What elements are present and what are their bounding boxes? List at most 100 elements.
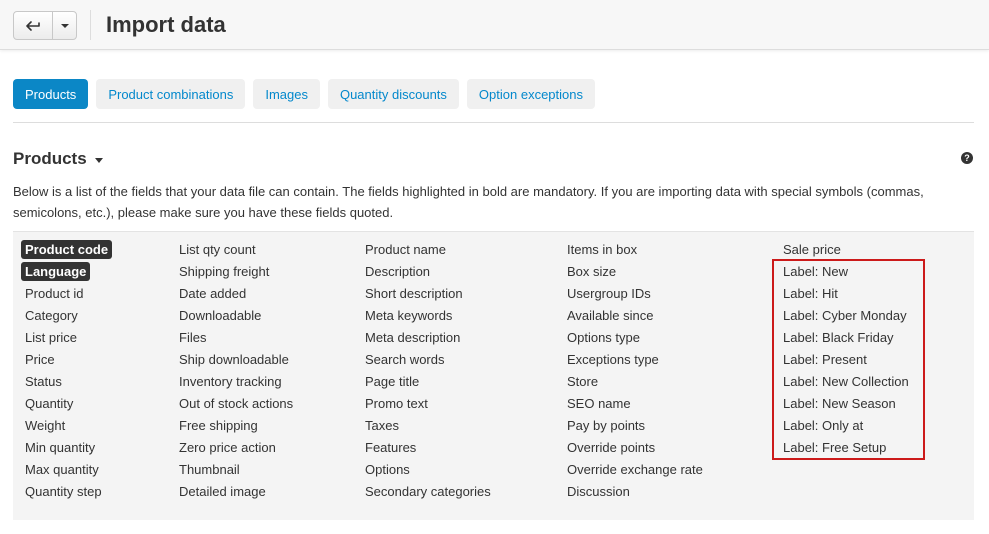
field-label: Downloadable: [179, 308, 262, 323]
field-item: Available since: [567, 305, 703, 327]
tab-product-combinations[interactable]: Product combinations: [96, 79, 246, 109]
field-label: Meta keywords: [365, 308, 453, 323]
field-label: Sale price: [783, 242, 841, 257]
field-label: Category: [25, 308, 78, 323]
field-item: Meta description: [365, 327, 491, 349]
section-title: Products: [13, 149, 87, 168]
tab-option-exceptions[interactable]: Option exceptions: [466, 79, 595, 109]
field-item: Detailed image: [179, 481, 293, 503]
tab-images[interactable]: Images: [253, 79, 320, 109]
field-label: Inventory tracking: [179, 374, 282, 389]
field-label: Short description: [365, 286, 463, 301]
fields-column-4: Items in box Box size Usergroup IDs Availab…: [567, 239, 703, 503]
field-item: Secondary categories: [365, 481, 491, 503]
fields-column-2: List qty count Shipping freight Date added…: [179, 239, 293, 503]
field-label: Date added: [179, 286, 247, 301]
field-item: Store: [567, 371, 703, 393]
field-item: Discussion: [567, 481, 703, 503]
field-label: Min quantity: [25, 440, 96, 455]
field-item: Options type: [567, 327, 703, 349]
fields-column-1: Product code Language Product id Category Li…: [21, 239, 113, 503]
field-item: Downloadable: [179, 305, 293, 327]
field-label: Discussion: [567, 484, 630, 499]
field-label: Override points: [567, 440, 656, 455]
field-label: Features: [365, 440, 417, 455]
field-label: Options: [365, 462, 410, 477]
field-label: Meta description: [365, 330, 461, 345]
field-label: Quantity step: [25, 484, 102, 499]
field-label: Description: [365, 264, 431, 279]
field-item: Usergroup IDs: [567, 283, 703, 305]
field-label: Status: [25, 374, 62, 389]
help-icon[interactable]: ?: [961, 152, 973, 164]
field-label: List qty count: [179, 242, 256, 257]
tab-quantity-discounts[interactable]: Quantity discounts: [327, 79, 459, 109]
field-item: Pay by points: [567, 415, 703, 437]
field-item: Date added: [179, 283, 293, 305]
field-label: Search words: [365, 352, 445, 367]
field-item: Files: [179, 327, 293, 349]
tabs-divider: [13, 122, 974, 123]
fields-column-3: Product name Description Short description…: [365, 239, 491, 503]
page-header: Import data: [0, 0, 989, 50]
field-item: Weight: [25, 415, 112, 437]
field-item: Thumbnail: [179, 459, 293, 481]
field-label: Pay by points: [567, 418, 646, 433]
page-title: Import data: [106, 12, 226, 37]
field-label: Weight: [25, 418, 66, 433]
back-dropdown-toggle[interactable]: [53, 12, 76, 39]
field-label: Free shipping: [179, 418, 258, 433]
field-item: Exceptions type: [567, 349, 703, 371]
field-label: Available since: [567, 308, 654, 323]
back-button[interactable]: [14, 12, 53, 39]
field-label: Options type: [567, 330, 640, 345]
field-label: SEO name: [567, 396, 631, 411]
field-item: Items in box: [567, 239, 703, 261]
field-item: Search words: [365, 349, 491, 371]
field-label: Promo text: [365, 396, 428, 411]
field-item: Price: [25, 349, 112, 371]
field-item: Page title: [365, 371, 491, 393]
field-item-mandatory: Language: [21, 261, 112, 283]
field-label: Taxes: [365, 418, 399, 433]
field-item: Quantity step: [25, 481, 112, 503]
field-item: List price: [25, 327, 112, 349]
field-label: Out of stock actions: [179, 396, 294, 411]
tabs: Products Product combinations Images Qua…: [13, 79, 595, 109]
field-item: Features: [365, 437, 491, 459]
field-item: Out of stock actions: [179, 393, 293, 415]
fields-list: Product code Language Product id Category Li…: [13, 231, 974, 520]
tab-products[interactable]: Products: [13, 79, 89, 109]
field-item: Override points: [567, 437, 703, 459]
field-item: Max quantity: [25, 459, 112, 481]
field-item: Options: [365, 459, 491, 481]
field-label: Product id: [25, 286, 84, 301]
label-fields-highlight: [772, 259, 925, 460]
field-label: Shipping freight: [179, 264, 270, 279]
field-item: Description: [365, 261, 491, 283]
chevron-down-icon: [60, 23, 69, 28]
field-label: Detailed image: [179, 484, 266, 499]
field-label: Store: [567, 374, 599, 389]
field-label: Language: [21, 262, 91, 281]
section-title-toggle[interactable]: Products: [13, 149, 103, 169]
field-item: Promo text: [365, 393, 491, 415]
field-item: Sale price: [783, 239, 909, 261]
field-label: Secondary categories: [365, 484, 491, 499]
back-arrow-icon: [26, 20, 40, 31]
back-button-group: [13, 11, 77, 40]
field-item: Shipping freight: [179, 261, 293, 283]
field-label: Zero price action: [179, 440, 276, 455]
field-item: Override exchange rate: [567, 459, 703, 481]
field-label: Page title: [365, 374, 420, 389]
field-item: Product name: [365, 239, 491, 261]
field-label: Thumbnail: [179, 462, 240, 477]
caret-down-icon: [94, 157, 103, 163]
field-label: Files: [179, 330, 207, 345]
field-label: Price: [25, 352, 55, 367]
field-item: Box size: [567, 261, 703, 283]
field-item: Min quantity: [25, 437, 112, 459]
field-label: Usergroup IDs: [567, 286, 651, 301]
field-item: Zero price action: [179, 437, 293, 459]
field-item: Product id: [25, 283, 112, 305]
